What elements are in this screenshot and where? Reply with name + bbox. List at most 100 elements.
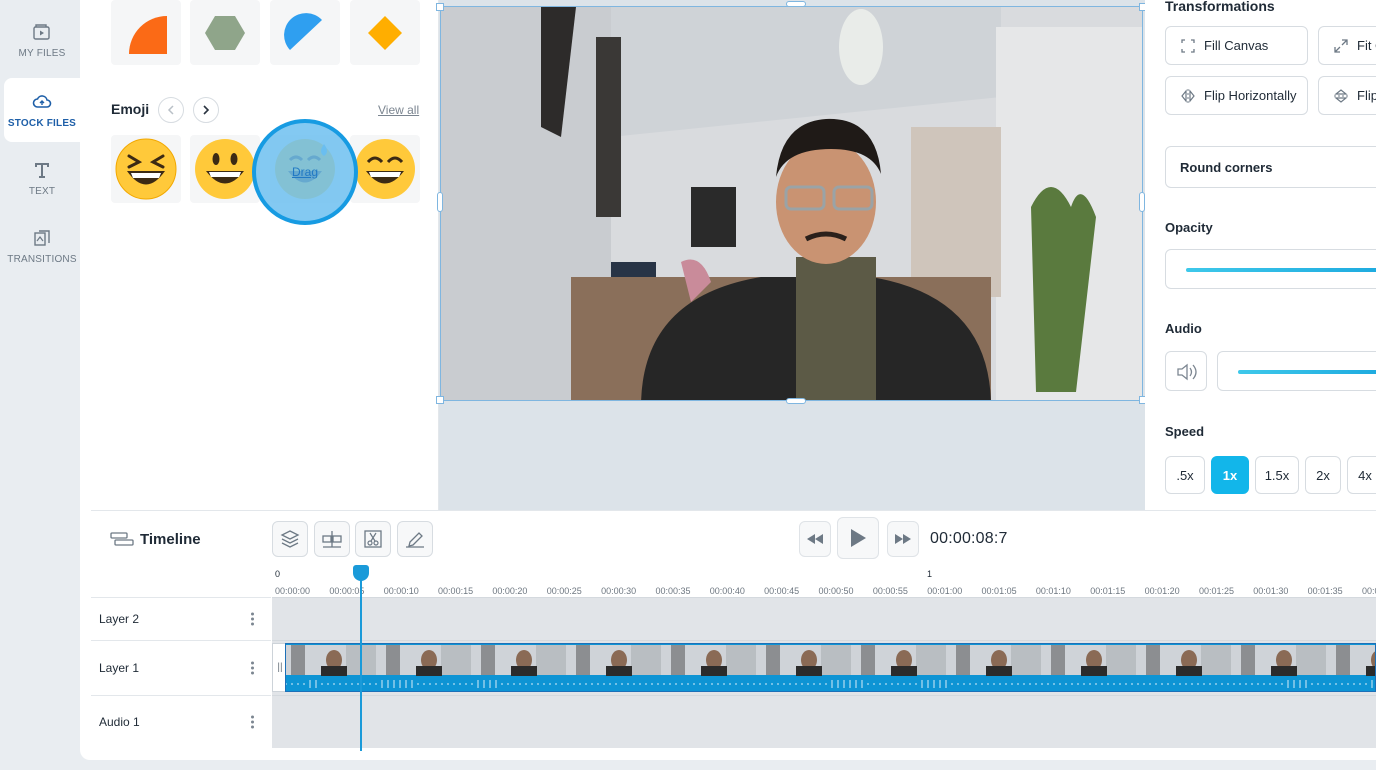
ruler-tick-label: 00:00:20 xyxy=(492,586,528,596)
play-icon xyxy=(851,529,866,547)
ruler-major-mark: 0 xyxy=(275,569,281,579)
speed-1x-label: 1x xyxy=(1222,467,1238,483)
layer-menu-icon[interactable] xyxy=(251,612,255,626)
volume-slider[interactable] xyxy=(1217,351,1376,391)
round-corners-label: Round corners xyxy=(1180,159,1273,175)
nav-stock-files-label: STOCK FILES xyxy=(7,117,77,129)
hexagon-icon xyxy=(205,15,245,50)
layer-row-label[interactable]: Layer 2 xyxy=(91,597,271,640)
speaker-icon xyxy=(1177,363,1197,381)
shape-tile-hexagon[interactable] xyxy=(190,0,260,65)
emoji-next-button[interactable] xyxy=(193,97,219,123)
drag-label: Drag xyxy=(291,165,318,179)
playhead-line xyxy=(360,569,362,751)
ruler-tick-label: 00:00:10 xyxy=(383,586,419,596)
layer-menu-icon[interactable] xyxy=(251,661,255,675)
ruler-tick-label: 00:01:00 xyxy=(927,586,963,596)
layer-menu-icon[interactable] xyxy=(251,715,255,729)
timeline-title: Timeline xyxy=(140,531,201,548)
emoji-tile-beaming-smile[interactable] xyxy=(350,135,420,203)
ruler-tick-label: 00:01:10 xyxy=(1035,586,1071,596)
resize-handle-top-left[interactable] xyxy=(436,3,444,11)
ruler-major-mark: 1 xyxy=(927,569,933,579)
video-folder-icon xyxy=(33,23,50,40)
quarter-circle-icon xyxy=(129,15,167,54)
fast-forward-button[interactable] xyxy=(887,521,919,557)
audio-1-track[interactable] xyxy=(272,695,1376,748)
speed-2x-button[interactable]: 2x xyxy=(1305,456,1341,494)
pencil-ruler-icon xyxy=(406,532,424,548)
resize-handle-bottom-left[interactable] xyxy=(436,396,444,404)
layer-name: Audio 1 xyxy=(99,715,140,729)
drag-indicator[interactable]: Drag xyxy=(252,119,358,225)
resize-handle-top[interactable] xyxy=(786,1,806,7)
transitions-icon xyxy=(34,229,50,246)
cloud-icon xyxy=(32,94,52,108)
view-all-link[interactable]: View all xyxy=(378,103,419,117)
resize-handle-bottom[interactable] xyxy=(786,398,806,404)
speed-2x-label: 2x xyxy=(1316,467,1330,483)
emoji-tile-grinning[interactable] xyxy=(190,135,260,203)
round-corners-dropdown[interactable]: Round corners xyxy=(1165,146,1376,188)
flip-vertical-icon xyxy=(1334,88,1348,103)
layer-row-label[interactable]: Audio 1 xyxy=(91,695,271,748)
ruler-tick-label: 00:00:40 xyxy=(709,586,745,596)
speed-1x-button[interactable]: 1x xyxy=(1211,456,1249,494)
flip-vertically-label: Flip xyxy=(1357,88,1376,103)
fill-canvas-label: Fill Canvas xyxy=(1204,38,1269,53)
speed-1.5x-label: 1.5x xyxy=(1264,467,1290,483)
shape-tile-quarter-circle[interactable] xyxy=(111,0,181,65)
layer-2-track[interactable] xyxy=(272,597,1376,640)
ruler-tick-label: 00:00:35 xyxy=(655,586,691,596)
mute-button[interactable] xyxy=(1165,351,1207,391)
squinting-laugh-emoji xyxy=(115,138,177,200)
speed-0.5x-button[interactable]: .5x xyxy=(1165,456,1205,494)
volume-slider-fill xyxy=(1238,370,1376,374)
fit-canvas-button[interactable]: Fit C xyxy=(1318,26,1376,65)
ruler-tick-label: 00:00:50 xyxy=(818,586,854,596)
ruler-tick-label: 00:01:25 xyxy=(1198,586,1234,596)
layer-row-label[interactable]: Layer 1 xyxy=(91,640,271,695)
transformations-title: Transformations xyxy=(1165,0,1275,14)
ruler-tick-label: 00:01:15 xyxy=(1090,586,1126,596)
emoji-prev-button[interactable] xyxy=(158,97,184,123)
speed-title: Speed xyxy=(1165,424,1205,439)
fast-forward-icon xyxy=(895,534,911,544)
chevron-right-icon xyxy=(203,105,210,115)
video-preview[interactable] xyxy=(440,6,1143,401)
playhead-handle[interactable] xyxy=(353,565,369,581)
ruler-tick-label: 00:01:20 xyxy=(1144,586,1180,596)
nav-stock-files[interactable]: STOCK FILES xyxy=(4,78,80,142)
speed-0.5x-label: .5x xyxy=(1176,467,1194,483)
split-tool-button[interactable] xyxy=(314,521,350,557)
fill-canvas-button[interactable]: Fill Canvas xyxy=(1165,26,1308,65)
chevron-left-icon xyxy=(167,105,174,115)
layers-tool-button[interactable] xyxy=(272,521,308,557)
emoji-tile-squinting-laugh[interactable] xyxy=(111,135,181,203)
shape-tile-semicircle[interactable] xyxy=(270,0,340,65)
time-ruler[interactable]: 0 1 00:00:00 00:00:05 00:00:10 00:00:15 00:0… xyxy=(91,567,1376,597)
edit-tool-button[interactable] xyxy=(397,521,433,557)
ruler-tick-label: 00:0 xyxy=(1362,586,1376,596)
resize-handle-left[interactable] xyxy=(437,192,443,212)
play-button[interactable] xyxy=(837,517,879,559)
shape-tile-diamond[interactable] xyxy=(350,0,420,65)
timecode-display: 00:00:08:7 xyxy=(930,530,1008,547)
nav-my-files[interactable]: MY FILES xyxy=(4,8,80,72)
opacity-slider[interactable] xyxy=(1165,249,1376,289)
speed-4x-button[interactable]: 4x xyxy=(1347,456,1376,494)
flip-vertically-button[interactable]: Flip xyxy=(1318,76,1376,115)
ruler-tick-label: 00:00:55 xyxy=(872,586,908,596)
flip-horizontal-icon xyxy=(1181,88,1195,103)
cut-tool-button[interactable] xyxy=(355,521,391,557)
main-card: Emoji View all Drag Transformations Fill… xyxy=(80,0,1376,760)
video-clip[interactable] xyxy=(285,643,1376,692)
editor-app: MY FILES STOCK FILES TEXT TRANSITIONS Em… xyxy=(0,0,1376,770)
clip-thumbnails xyxy=(286,645,1375,688)
nav-transitions[interactable]: TRANSITIONS xyxy=(4,214,80,278)
rewind-button[interactable] xyxy=(799,521,831,557)
flip-horizontally-button[interactable]: Flip Horizontally xyxy=(1165,76,1308,115)
scissors-icon xyxy=(364,530,382,548)
speed-1.5x-button[interactable]: 1.5x xyxy=(1255,456,1299,494)
nav-text[interactable]: TEXT xyxy=(4,146,80,210)
